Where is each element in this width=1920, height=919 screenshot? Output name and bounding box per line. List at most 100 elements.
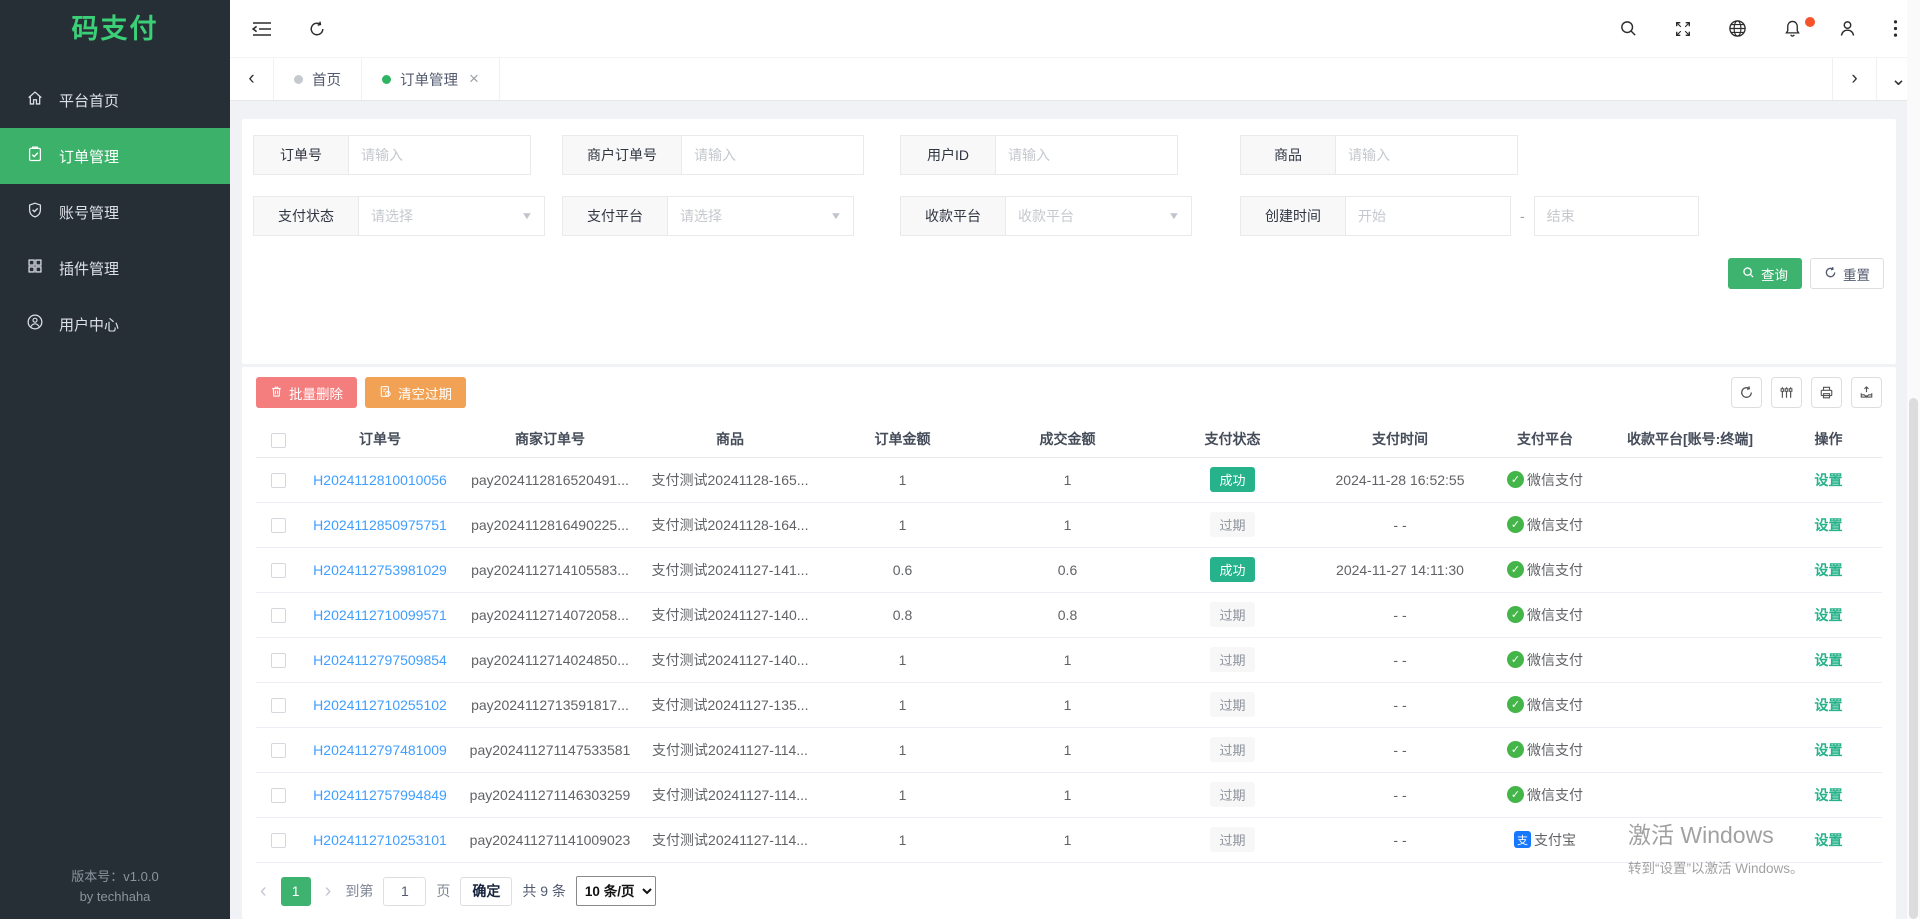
col-actions: 操作 bbox=[1775, 422, 1882, 457]
user-id-input[interactable] bbox=[996, 135, 1178, 175]
sidebar-item-accounts[interactable]: 账号管理 bbox=[0, 184, 230, 240]
select-all-checkbox[interactable] bbox=[271, 433, 286, 448]
receive-platform-select[interactable]: 收款平台▼ bbox=[1006, 196, 1192, 236]
end-date-input[interactable] bbox=[1534, 196, 1699, 236]
tab-close-icon[interactable]: × bbox=[469, 69, 479, 89]
print-icon[interactable] bbox=[1811, 377, 1842, 408]
refresh-icon[interactable] bbox=[308, 20, 326, 38]
row-checkbox[interactable] bbox=[271, 653, 286, 668]
row-action-link[interactable]: 设置 bbox=[1815, 787, 1843, 803]
platform-cell: ✓支微信支付 bbox=[1507, 560, 1583, 580]
pay-platform-select[interactable]: 请选择▼ bbox=[668, 196, 854, 236]
pay-status-select[interactable]: 请选择▼ bbox=[359, 196, 545, 236]
row-action-link[interactable]: 设置 bbox=[1815, 742, 1843, 758]
select-arrow-icon: ▼ bbox=[521, 211, 534, 222]
filter-label: 支付平台 bbox=[562, 196, 668, 236]
tabs-scroll-left-icon[interactable]: ‹ bbox=[230, 58, 274, 100]
column-settings-icon[interactable] bbox=[1771, 377, 1802, 408]
order-link[interactable]: H2024112757994849 bbox=[313, 787, 447, 803]
row-action-link[interactable]: 设置 bbox=[1815, 832, 1843, 848]
more-options-icon[interactable] bbox=[1893, 19, 1898, 38]
row-action-link[interactable]: 设置 bbox=[1815, 517, 1843, 533]
order-link[interactable]: H2024112710253101 bbox=[313, 832, 447, 848]
sidebar-item-user-center[interactable]: 用户中心 bbox=[0, 296, 230, 352]
next-page-icon[interactable]: › bbox=[321, 881, 336, 901]
order-link[interactable]: H2024112797481009 bbox=[313, 742, 447, 758]
sidebar-item-label: 插件管理 bbox=[59, 258, 119, 279]
row-checkbox[interactable] bbox=[271, 788, 286, 803]
platform-label: 微信支付 bbox=[1527, 650, 1583, 670]
search-button[interactable]: 查询 bbox=[1728, 258, 1802, 289]
batch-delete-button[interactable]: 批量删除 bbox=[256, 377, 357, 408]
pay-time: 2024-11-27 14:11:30 bbox=[1315, 547, 1485, 592]
table-body: H2024112810010056 pay2024112816520491...… bbox=[256, 457, 1882, 862]
platform-label: 微信支付 bbox=[1527, 515, 1583, 535]
start-date-input[interactable] bbox=[1346, 196, 1511, 236]
paid-amount: 1 bbox=[985, 502, 1150, 547]
pay-time: 2024-11-28 16:52:55 bbox=[1315, 457, 1485, 502]
search-icon[interactable] bbox=[1619, 19, 1638, 38]
sidebar-item-plugins[interactable]: 插件管理 bbox=[0, 240, 230, 296]
clipboard-check-icon bbox=[26, 145, 44, 167]
tab-home[interactable]: 首页 bbox=[274, 58, 362, 100]
row-checkbox[interactable] bbox=[271, 563, 286, 578]
row-checkbox[interactable] bbox=[271, 833, 286, 848]
receive-account bbox=[1605, 502, 1775, 547]
table-row: H2024112710253101 pay202411271141009023 … bbox=[256, 817, 1882, 862]
prev-page-icon[interactable]: ‹ bbox=[256, 881, 271, 901]
product-input[interactable] bbox=[1336, 135, 1518, 175]
order-link[interactable]: H2024112810010056 bbox=[313, 472, 447, 488]
row-action-link[interactable]: 设置 bbox=[1815, 607, 1843, 623]
merchant-order-no-input[interactable] bbox=[682, 135, 864, 175]
table-refresh-icon[interactable] bbox=[1731, 377, 1762, 408]
tab-order-management[interactable]: 订单管理 × bbox=[362, 58, 500, 100]
platform-cell: ✓支微信支付 bbox=[1507, 470, 1583, 490]
order-amount: 1 bbox=[820, 682, 985, 727]
table-row: H2024112757994849 pay202411271146303259 … bbox=[256, 772, 1882, 817]
tabs-scroll-right-icon[interactable]: › bbox=[1832, 58, 1876, 100]
order-link[interactable]: H2024112797509854 bbox=[313, 652, 447, 668]
merchant-order-no: pay2024112816520491... bbox=[460, 457, 640, 502]
reset-button[interactable]: 重置 bbox=[1810, 258, 1884, 289]
row-action-link[interactable]: 设置 bbox=[1815, 562, 1843, 578]
order-link[interactable]: H2024112710099571 bbox=[313, 607, 447, 623]
row-checkbox[interactable] bbox=[271, 743, 286, 758]
sidebar-item-orders[interactable]: 订单管理 bbox=[0, 128, 230, 184]
row-action-link[interactable]: 设置 bbox=[1815, 652, 1843, 668]
fullscreen-icon[interactable] bbox=[1674, 20, 1692, 38]
filter-merchant-order-no: 商户订单号 bbox=[562, 135, 864, 175]
page-size-select[interactable]: 10 条/页 bbox=[576, 876, 656, 906]
clear-expired-button[interactable]: 清空过期 bbox=[365, 377, 466, 408]
merchant-order-no: pay202411271147533581 bbox=[460, 727, 640, 772]
export-icon[interactable] bbox=[1851, 377, 1882, 408]
row-action-link[interactable]: 设置 bbox=[1815, 472, 1843, 488]
current-page-button[interactable]: 1 bbox=[281, 877, 311, 906]
row-action-link[interactable]: 设置 bbox=[1815, 697, 1843, 713]
goto-page-input[interactable] bbox=[383, 877, 426, 906]
paid-amount: 1 bbox=[985, 772, 1150, 817]
paid-amount: 1 bbox=[985, 637, 1150, 682]
product-name: 支付测试20241127-140... bbox=[640, 637, 820, 682]
user-avatar-icon[interactable] bbox=[1838, 19, 1857, 38]
wechat-pay-icon: ✓ bbox=[1507, 741, 1524, 758]
goto-confirm-button[interactable]: 确定 bbox=[460, 877, 512, 906]
platform-label: 微信支付 bbox=[1527, 740, 1583, 760]
row-checkbox[interactable] bbox=[271, 608, 286, 623]
col-order-amount: 订单金额 bbox=[820, 422, 985, 457]
order-link[interactable]: H2024112753981029 bbox=[313, 562, 447, 578]
order-no-input[interactable] bbox=[349, 135, 531, 175]
sidebar-item-label: 平台首页 bbox=[59, 90, 119, 111]
filter-label: 商品 bbox=[1240, 135, 1336, 175]
row-checkbox[interactable] bbox=[271, 698, 286, 713]
row-checkbox[interactable] bbox=[271, 473, 286, 488]
goto-suffix: 页 bbox=[436, 881, 450, 901]
app-logo: 码支付 bbox=[0, 0, 230, 58]
scrollbar-thumb[interactable] bbox=[1909, 398, 1918, 919]
order-link[interactable]: H2024112710255102 bbox=[313, 697, 447, 713]
row-checkbox[interactable] bbox=[271, 518, 286, 533]
collapse-sidebar-icon[interactable] bbox=[252, 20, 272, 38]
notification-bell-icon[interactable] bbox=[1783, 19, 1802, 38]
order-link[interactable]: H2024112850975751 bbox=[313, 517, 447, 533]
sidebar-item-home[interactable]: 平台首页 bbox=[0, 72, 230, 128]
language-globe-icon[interactable] bbox=[1728, 19, 1747, 38]
